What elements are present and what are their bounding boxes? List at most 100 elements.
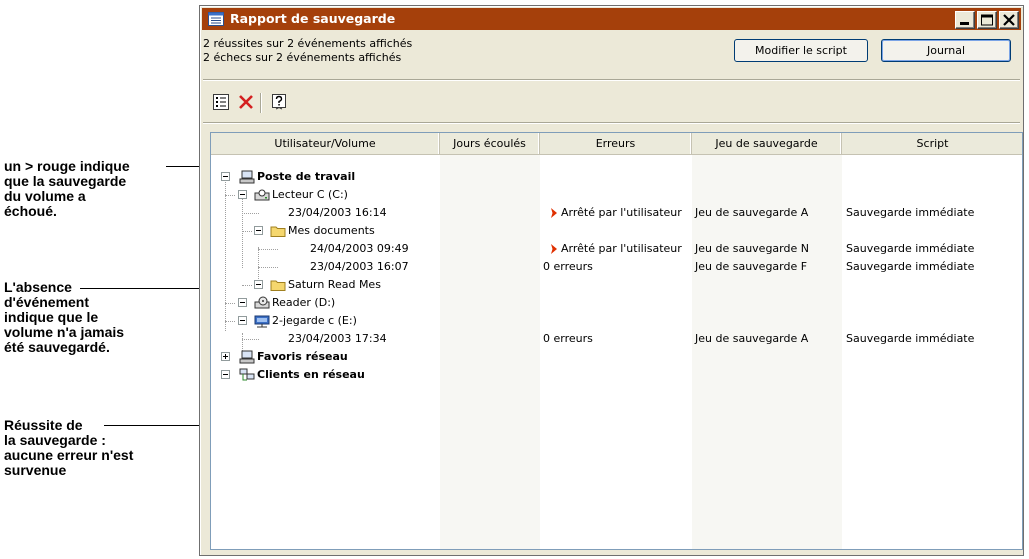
expand-toggle[interactable] bbox=[221, 352, 230, 361]
backup-event-date: 23/04/2003 16:07 bbox=[310, 260, 409, 273]
minimize-button[interactable] bbox=[955, 11, 975, 29]
collapse-toggle[interactable] bbox=[238, 298, 247, 307]
folder-icon bbox=[270, 226, 286, 237]
tree-node-label: Lecteur C (C:) bbox=[272, 188, 348, 201]
script-cell: Sauvegarde immédiate bbox=[846, 242, 975, 255]
table-row[interactable]: 24/04/2003 09:49 Arrêté par l'utilisateu… bbox=[211, 240, 1022, 258]
tree-line bbox=[242, 339, 259, 340]
tree-line bbox=[225, 321, 235, 322]
network-favorites-icon bbox=[239, 350, 255, 364]
errors-cell: 0 erreurs bbox=[543, 332, 593, 345]
collapse-toggle[interactable] bbox=[238, 190, 247, 199]
table-header: Utilisateur/Volume Jours écoulés Erreurs… bbox=[211, 133, 1022, 155]
callout-red-marker: un > rouge indique que la sauvegarde du … bbox=[4, 159, 130, 219]
collapse-toggle[interactable] bbox=[238, 316, 247, 325]
table-row[interactable]: 23/04/2003 17:34 0 erreurs Jeu de sauveg… bbox=[211, 330, 1022, 348]
script-cell: Sauvegarde immédiate bbox=[846, 332, 975, 345]
errors-cell: Arrêté par l'utilisateur bbox=[561, 206, 682, 219]
table-row[interactable]: Clients en réseau bbox=[211, 366, 1022, 384]
table-row[interactable]: Lecteur C (C:) bbox=[211, 186, 1022, 204]
toolbar-separator bbox=[260, 93, 262, 113]
modify-script-button[interactable]: Modifier le script bbox=[734, 39, 868, 62]
backup-event-date: 23/04/2003 17:34 bbox=[288, 332, 387, 345]
table-row[interactable]: Saturn Read Mes bbox=[211, 276, 1022, 294]
tree-node-label: Favoris réseau bbox=[257, 350, 348, 363]
backup-set-cell: Jeu de sauvegarde A bbox=[695, 332, 809, 345]
separator bbox=[203, 79, 1020, 81]
computer-icon bbox=[239, 170, 255, 184]
callout-line: survenue bbox=[4, 462, 67, 478]
event-summary: 2 réussites sur 2 événements affichés 2 … bbox=[203, 37, 412, 65]
cd-drive-icon bbox=[254, 296, 270, 309]
delete-icon[interactable] bbox=[235, 91, 257, 113]
collapse-toggle[interactable] bbox=[254, 226, 263, 235]
journal-button[interactable]: Journal bbox=[881, 39, 1011, 62]
tree-node-label: 2-jegarde c (E:) bbox=[272, 314, 357, 327]
column-header-script[interactable]: Script bbox=[842, 133, 1022, 154]
folder-icon bbox=[270, 280, 286, 291]
tree-line bbox=[225, 303, 235, 304]
maximize-button[interactable] bbox=[977, 11, 997, 29]
tree-line bbox=[258, 267, 278, 268]
column-header-errors[interactable]: Erreurs bbox=[540, 133, 692, 154]
table-row[interactable]: Poste de travail bbox=[211, 168, 1022, 186]
callout-line: été sauvegardé. bbox=[4, 339, 110, 355]
close-button[interactable] bbox=[999, 11, 1019, 29]
table-row[interactable]: Mes documents bbox=[211, 222, 1022, 240]
table-row[interactable]: 23/04/2003 16:14 Arrêté par l'utilisateu… bbox=[211, 204, 1022, 222]
column-header-backup-set[interactable]: Jeu de sauvegarde bbox=[692, 133, 842, 154]
help-icon[interactable] bbox=[268, 91, 290, 113]
collapse-toggle[interactable] bbox=[254, 280, 263, 289]
title-bar[interactable]: Rapport de sauvegarde bbox=[202, 8, 1021, 30]
backup-event-date: 23/04/2003 16:14 bbox=[288, 206, 387, 219]
callout-line: indique que le bbox=[4, 309, 99, 325]
backup-events-table: Utilisateur/Volume Jours écoulés Erreurs… bbox=[210, 132, 1023, 550]
tree-line bbox=[242, 285, 252, 286]
details-icon[interactable] bbox=[210, 91, 232, 113]
table-row[interactable]: Favoris réseau bbox=[211, 348, 1022, 366]
callout-line: d'événement bbox=[4, 294, 90, 310]
tree-node-label: Saturn Read Mes bbox=[288, 278, 381, 291]
window-title: Rapport de sauvegarde bbox=[230, 11, 396, 26]
callout-line: échoué. bbox=[4, 203, 57, 219]
backup-set-cell: Jeu de sauvegarde N bbox=[695, 242, 809, 255]
close-icon bbox=[1003, 14, 1015, 26]
table-row[interactable]: Reader (D:) bbox=[211, 294, 1022, 312]
minimize-icon bbox=[960, 22, 969, 25]
backup-set-cell: Jeu de sauvegarde A bbox=[695, 206, 809, 219]
table-row[interactable]: 23/04/2003 16:07 0 erreurs Jeu de sauveg… bbox=[211, 258, 1022, 276]
script-cell: Sauvegarde immédiate bbox=[846, 260, 975, 273]
backup-set-cell: Jeu de sauvegarde F bbox=[695, 260, 808, 273]
tree-line bbox=[225, 195, 235, 196]
tree-line bbox=[258, 249, 278, 250]
tree-node-label: Clients en réseau bbox=[257, 368, 365, 381]
script-cell: Sauvegarde immédiate bbox=[846, 206, 975, 219]
tree-node-label: Poste de travail bbox=[257, 170, 356, 183]
collapse-toggle[interactable] bbox=[221, 172, 230, 181]
network-drive-icon bbox=[254, 315, 270, 328]
callout-success: Réussite de la sauvegarde : aucune erreu… bbox=[4, 418, 133, 478]
callout-line: aucune erreur n'est bbox=[4, 447, 134, 463]
maximize-icon bbox=[981, 14, 993, 26]
callout-line: volume n'a jamais bbox=[4, 324, 125, 340]
error-marker-icon bbox=[551, 244, 557, 254]
column-header-user-volume[interactable]: Utilisateur/Volume bbox=[211, 133, 440, 154]
callout-line: un > rouge indique bbox=[4, 158, 130, 174]
callout-line: que la sauvegarde bbox=[4, 173, 127, 189]
separator bbox=[203, 122, 1020, 124]
callout-line: la sauvegarde : bbox=[4, 432, 106, 448]
tree-node-label: Reader (D:) bbox=[272, 296, 336, 309]
errors-cell: Arrêté par l'utilisateur bbox=[561, 242, 682, 255]
success-summary: 2 réussites sur 2 événements affichés bbox=[203, 37, 413, 50]
report-window-icon bbox=[208, 12, 224, 26]
tree-line bbox=[242, 213, 259, 214]
hard-drive-icon bbox=[254, 189, 270, 201]
callout-line: du volume a bbox=[4, 188, 86, 204]
tree-line bbox=[242, 231, 252, 232]
collapse-toggle[interactable] bbox=[221, 370, 230, 379]
callout-no-event: L'absence d'événement indique que le vol… bbox=[4, 280, 124, 355]
errors-cell: 0 erreurs bbox=[543, 260, 593, 273]
tree-node-label: Mes documents bbox=[288, 224, 375, 237]
column-header-days[interactable]: Jours écoulés bbox=[440, 133, 540, 154]
table-row[interactable]: 2-jegarde c (E:) bbox=[211, 312, 1022, 330]
